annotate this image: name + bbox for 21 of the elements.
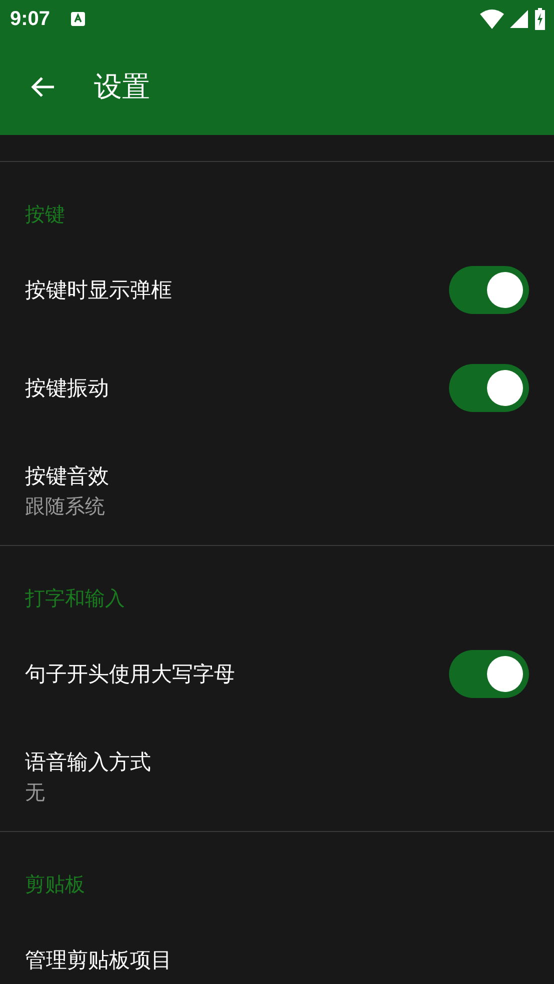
toggle-switch[interactable] [449, 650, 529, 698]
keyboard-app-icon [70, 11, 86, 27]
setting-title[interactable]: 按键振动 [25, 373, 109, 403]
setting-title[interactable]: 按键音效 [25, 461, 109, 491]
section-header: 按键 [25, 202, 65, 226]
toggle-switch[interactable] [449, 266, 529, 314]
setting-summary: 无 [25, 779, 45, 806]
back-arrow-icon[interactable] [30, 74, 56, 98]
toggle-switch[interactable] [449, 364, 529, 412]
setting-title[interactable]: 句子开头使用大写字母 [25, 659, 235, 689]
setting-summary: 跟随系统 [25, 493, 105, 520]
battery-icon [534, 8, 546, 30]
signal-icon [510, 10, 528, 28]
setting-title[interactable]: 按键时显示弹框 [25, 275, 172, 305]
section-header: 打字和输入 [25, 586, 125, 610]
screen-title: 设置 [94, 68, 150, 104]
setting-title[interactable]: 语音输入方式 [25, 747, 151, 777]
section-header: 剪贴板 [25, 872, 85, 896]
status-time: 9:07 [10, 8, 50, 30]
wifi-icon [480, 9, 504, 29]
setting-title[interactable]: 管理剪贴板项目 [25, 945, 172, 975]
